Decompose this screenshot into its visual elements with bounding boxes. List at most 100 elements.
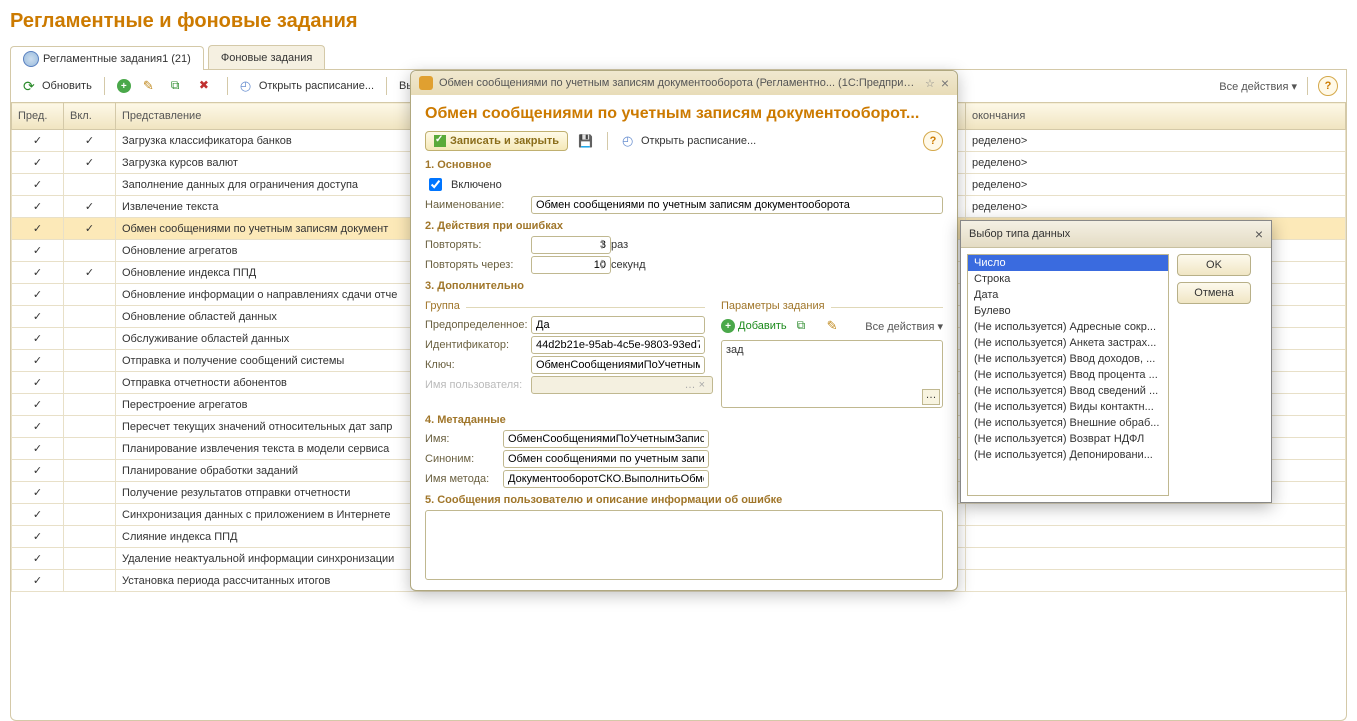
- check-icon: ✓: [70, 156, 109, 169]
- group-legend: Группа: [425, 300, 460, 312]
- name-field[interactable]: [531, 196, 943, 214]
- param-add-button[interactable]: +Добавить: [721, 319, 787, 333]
- check-icon: ✓: [18, 156, 57, 169]
- edit-button[interactable]: [139, 76, 163, 96]
- dialog-header: Обмен сообщениями по учетным записям док…: [425, 105, 943, 123]
- mname-field[interactable]: [503, 430, 709, 448]
- check-icon: ✓: [18, 244, 57, 257]
- all-actions-menu[interactable]: Все действия ▾: [1219, 80, 1297, 93]
- check-icon: ✓: [18, 486, 57, 499]
- messages-box[interactable]: [425, 510, 943, 580]
- add-button[interactable]: +: [113, 77, 135, 95]
- picker-close-icon[interactable]: ×: [1255, 226, 1263, 242]
- picker-item[interactable]: (Не используется) Возврат НДФЛ: [968, 431, 1168, 447]
- save-and-close-button[interactable]: Записать и закрыть: [425, 131, 568, 151]
- tab-background-jobs[interactable]: Фоновые задания: [208, 45, 325, 69]
- param-all-actions[interactable]: Все действия ▾: [865, 320, 943, 333]
- picker-item[interactable]: (Не используется) Адресные сокр...: [968, 319, 1168, 335]
- section-errors: 2. Действия при ошибках: [425, 220, 943, 232]
- open-schedule-button[interactable]: Открыть расписание...: [236, 76, 378, 96]
- param-copy-button[interactable]: [793, 316, 817, 336]
- picker-item[interactable]: Дата: [968, 287, 1168, 303]
- picker-item[interactable]: Число: [968, 255, 1168, 271]
- check-icon: ✓: [18, 134, 57, 147]
- tab-bar: Регламентные задания1 (21) Фоновые задан…: [10, 45, 1347, 70]
- dialog-pin-icon[interactable]: ☆: [925, 77, 935, 90]
- check-icon: ✓: [18, 552, 57, 565]
- picker-item[interactable]: (Не используется) Виды контактн...: [968, 399, 1168, 415]
- row-end: ределено>: [966, 152, 1346, 174]
- row-end: [966, 570, 1346, 592]
- picker-title: Выбор типа данных: [969, 228, 1070, 240]
- param-more-button[interactable]: …: [922, 389, 940, 405]
- picker-item[interactable]: (Не используется) Внешние обраб...: [968, 415, 1168, 431]
- check-icon: ✓: [18, 222, 57, 235]
- save-icon: [578, 134, 593, 148]
- picker-item[interactable]: (Не используется) Ввод сведений ...: [968, 383, 1168, 399]
- row-end: ределено>: [966, 130, 1346, 152]
- edit-icon: [143, 78, 159, 94]
- section-metadata: 4. Метаданные: [425, 414, 943, 426]
- picker-item[interactable]: (Не используется) Ввод доходов, ...: [968, 351, 1168, 367]
- user-label: Имя пользователя:: [425, 379, 525, 391]
- tab-scheduled-jobs[interactable]: Регламентные задания1 (21): [10, 46, 204, 70]
- col-predefined[interactable]: Пред.: [12, 103, 64, 130]
- dialog-window-title: Обмен сообщениями по учетным записям док…: [439, 77, 919, 89]
- check-icon: ✓: [18, 354, 57, 367]
- help-button[interactable]: ?: [1318, 76, 1338, 96]
- picker-item[interactable]: Строка: [968, 271, 1168, 287]
- save-button[interactable]: [574, 132, 597, 150]
- refresh-button[interactable]: Обновить: [19, 76, 96, 96]
- param-edit-button[interactable]: [823, 316, 847, 336]
- copy-icon: [797, 318, 813, 334]
- param-list[interactable]: зад …: [721, 340, 943, 408]
- repeat-spinner[interactable]: ▲▼: [599, 239, 605, 251]
- tab-label: Фоновые задания: [221, 52, 312, 64]
- enabled-checkbox[interactable]: [429, 178, 442, 191]
- dialog-close-icon[interactable]: ×: [941, 75, 949, 91]
- dialog-titlebar[interactable]: Обмен сообщениями по учетным записям док…: [411, 71, 957, 95]
- key-field[interactable]: [531, 356, 705, 374]
- predef-field[interactable]: [531, 316, 705, 334]
- add-icon: +: [721, 319, 735, 333]
- copy-button[interactable]: [167, 76, 191, 96]
- dialog-help-button[interactable]: ?: [923, 131, 943, 151]
- check-icon: [434, 135, 446, 147]
- clock-icon: [240, 78, 256, 94]
- check-icon: ✓: [18, 376, 57, 389]
- predef-label: Предопределенное:: [425, 319, 525, 331]
- check-icon: ✓: [18, 266, 57, 279]
- dialog-open-schedule-button[interactable]: Открыть расписание...: [618, 131, 760, 151]
- picker-item[interactable]: (Не используется) Депонировани...: [968, 447, 1168, 463]
- check-icon: ✓: [70, 222, 109, 235]
- col-enabled[interactable]: Вкл.: [64, 103, 116, 130]
- key-label: Ключ:: [425, 359, 525, 371]
- check-icon: ✓: [18, 178, 57, 191]
- picker-list[interactable]: ЧислоСтрокаДатаБулево(Не используется) А…: [967, 254, 1169, 496]
- refresh-icon: [23, 78, 39, 94]
- syn-field[interactable]: [503, 450, 709, 468]
- id-field[interactable]: [531, 336, 705, 354]
- param-item[interactable]: зад: [726, 344, 744, 356]
- check-icon: ✓: [70, 200, 109, 213]
- name-label: Наименование:: [425, 199, 525, 211]
- check-icon: ✓: [70, 134, 109, 147]
- picker-cancel-button[interactable]: Отмена: [1177, 282, 1251, 304]
- picker-titlebar[interactable]: Выбор типа данных ×: [961, 221, 1271, 248]
- col-end[interactable]: окончания: [966, 103, 1346, 130]
- row-end: [966, 548, 1346, 570]
- check-icon: ✓: [18, 442, 57, 455]
- picker-item[interactable]: Булево: [968, 303, 1168, 319]
- user-clear-icon[interactable]: … ×: [685, 379, 705, 391]
- repeat-after-spinner[interactable]: ▲▼: [599, 259, 605, 271]
- repeat-label: Повторять:: [425, 239, 525, 251]
- check-icon: ✓: [18, 464, 57, 477]
- check-icon: ✓: [18, 530, 57, 543]
- id-label: Идентификатор:: [425, 339, 525, 351]
- picker-item[interactable]: (Не используется) Анкета застрах...: [968, 335, 1168, 351]
- delete-button[interactable]: [195, 76, 219, 96]
- picker-item[interactable]: (Не используется) Ввод процента ...: [968, 367, 1168, 383]
- method-field[interactable]: [503, 470, 709, 488]
- row-end: ределено>: [966, 196, 1346, 218]
- picker-ok-button[interactable]: OK: [1177, 254, 1251, 276]
